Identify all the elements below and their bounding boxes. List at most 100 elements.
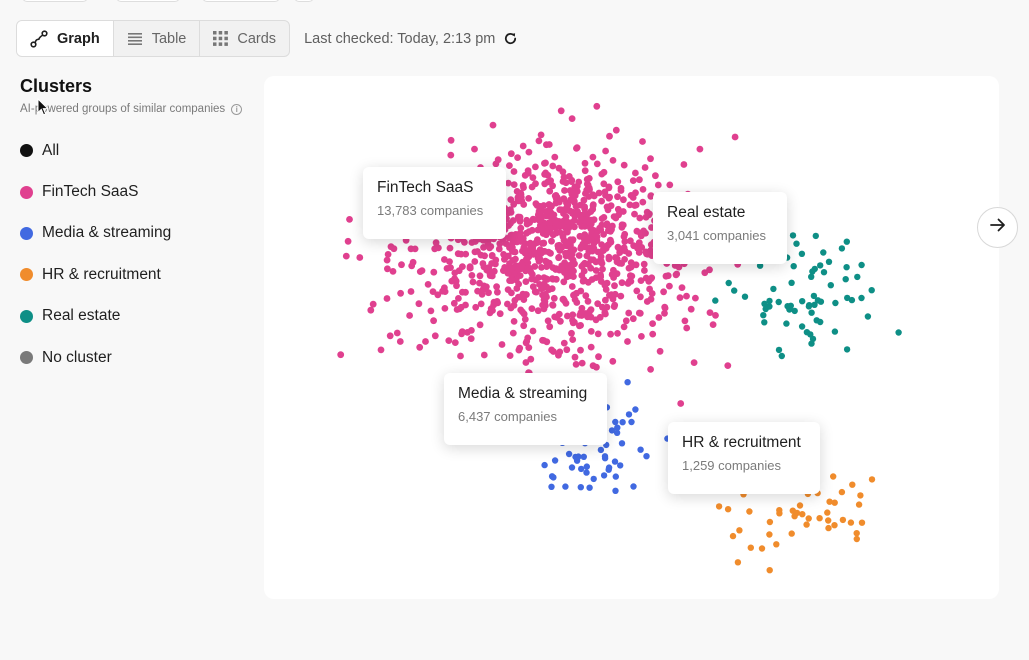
clusters-title: Clusters xyxy=(20,76,93,96)
company-point-realestate xyxy=(799,298,806,305)
company-point-fintech xyxy=(631,202,639,209)
cluster-name: HR & recruitment xyxy=(682,434,801,451)
cluster-legend: All FinTech SaaS Media & streaming HR & … xyxy=(20,130,250,378)
company-point-fintech xyxy=(516,272,524,279)
company-point-fintech xyxy=(453,282,460,290)
company-point-fintech xyxy=(525,148,533,156)
legend-item-no-cluster[interactable]: No cluster xyxy=(20,337,250,378)
cards-view-button[interactable]: Cards xyxy=(200,21,289,56)
company-point-fintech xyxy=(568,283,576,290)
company-point-fintech xyxy=(549,275,557,283)
company-point-fintech xyxy=(446,244,454,252)
company-point-fintech xyxy=(645,211,653,219)
company-point-fintech xyxy=(588,276,596,283)
company-point-fintech xyxy=(617,184,625,192)
company-point-media xyxy=(565,450,573,458)
company-point-fintech xyxy=(537,206,545,214)
company-point-fintech xyxy=(525,344,533,351)
company-point-fintech xyxy=(523,255,530,263)
cluster-card-real-estate[interactable]: Real estate 3,041 companies xyxy=(653,192,787,264)
company-point-realestate xyxy=(783,320,790,327)
company-point-fintech xyxy=(462,250,470,258)
company-point-fintech xyxy=(480,282,488,290)
company-point-fintech xyxy=(432,239,440,247)
company-point-fintech xyxy=(610,274,617,281)
company-point-fintech xyxy=(471,238,479,245)
company-point-media xyxy=(618,440,626,447)
company-point-media xyxy=(632,406,639,413)
company-point-realestate xyxy=(793,240,800,247)
company-point-fintech xyxy=(696,145,704,153)
company-point-fintech xyxy=(431,245,439,253)
company-point-fintech xyxy=(545,248,552,256)
company-point-realestate xyxy=(895,329,902,336)
legend-item-fintech-saas[interactable]: FinTech SaaS xyxy=(20,171,250,212)
refresh-icon[interactable] xyxy=(503,31,518,46)
company-point-realestate xyxy=(825,258,833,265)
legend-item-all[interactable]: All xyxy=(20,130,250,171)
table-view-button[interactable]: Table xyxy=(114,21,201,56)
company-point-hr xyxy=(868,476,876,483)
company-point-fintech xyxy=(570,291,578,299)
company-point-fintech xyxy=(587,264,595,272)
company-point-fintech xyxy=(498,341,506,348)
company-point-fintech xyxy=(614,243,622,251)
company-point-fintech xyxy=(603,220,611,228)
company-point-realestate xyxy=(741,293,749,300)
company-point-fintech xyxy=(683,292,690,300)
company-point-fintech xyxy=(383,256,391,264)
cluster-graph-canvas[interactable]: FinTech SaaS 13,783 companies Real estat… xyxy=(264,76,999,599)
company-point-fintech xyxy=(409,258,417,266)
company-point-realestate xyxy=(805,303,813,310)
company-point-fintech xyxy=(642,229,649,237)
company-point-fintech xyxy=(488,252,496,260)
company-point-fintech xyxy=(602,147,609,155)
company-point-realestate xyxy=(843,238,850,245)
legend-item-real-estate[interactable]: Real estate xyxy=(20,296,250,337)
cluster-card-hr[interactable]: HR & recruitment 1,259 companies xyxy=(668,422,820,494)
company-point-realestate xyxy=(812,232,819,240)
company-point-fintech xyxy=(600,168,608,176)
company-point-fintech xyxy=(542,290,549,298)
company-point-fintech xyxy=(441,305,449,312)
company-point-fintech xyxy=(556,348,564,356)
clusters-subtitle-text: AI-powered groups of similar companies xyxy=(20,103,226,115)
company-point-fintech xyxy=(639,186,647,193)
company-point-fintech xyxy=(507,150,515,158)
company-point-fintech xyxy=(471,248,479,256)
company-point-fintech xyxy=(568,329,575,337)
legend-label: Real estate xyxy=(42,307,121,325)
company-point-fintech xyxy=(589,256,597,264)
company-point-fintech xyxy=(654,181,662,189)
company-point-fintech xyxy=(411,245,419,253)
company-point-fintech xyxy=(577,245,585,252)
company-point-media xyxy=(600,472,608,479)
company-point-realestate xyxy=(761,319,768,326)
cluster-card-fintech[interactable]: FinTech SaaS 13,783 companies xyxy=(363,167,506,239)
company-point-fintech xyxy=(587,313,595,321)
company-point-fintech xyxy=(614,193,621,201)
graph-view-button[interactable]: Graph xyxy=(17,21,114,56)
company-point-fintech xyxy=(641,164,649,171)
company-point-fintech xyxy=(514,213,522,221)
company-point-realestate xyxy=(731,287,738,294)
company-point-media xyxy=(601,455,609,462)
company-point-fintech xyxy=(560,339,568,347)
company-point-hr xyxy=(855,501,863,508)
company-point-fintech xyxy=(581,209,589,217)
company-point-fintech xyxy=(398,261,405,269)
company-point-fintech xyxy=(456,305,463,313)
company-point-fintech xyxy=(620,233,628,241)
company-point-fintech xyxy=(576,322,583,330)
company-point-media xyxy=(612,473,619,480)
company-point-fintech xyxy=(590,192,598,200)
next-button[interactable] xyxy=(977,207,1018,248)
legend-item-media-streaming[interactable]: Media & streaming xyxy=(20,213,250,254)
company-point-hr xyxy=(805,515,812,522)
company-point-fintech xyxy=(587,328,595,335)
legend-item-hr-recruitment[interactable]: HR & recruitment xyxy=(20,254,250,295)
info-icon[interactable]: i xyxy=(231,103,243,115)
company-point-fintech xyxy=(593,160,601,168)
cluster-card-media[interactable]: Media & streaming 6,437 companies xyxy=(444,373,607,445)
company-point-fintech xyxy=(396,338,404,345)
